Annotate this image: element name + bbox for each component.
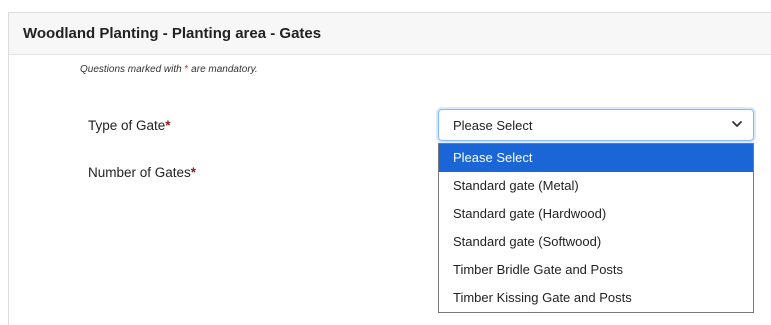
number-of-gates-label: Number of Gates* (88, 165, 196, 180)
dropdown-option[interactable]: Standard gate (Softwood) (439, 228, 753, 256)
dropdown-option[interactable]: Timber Bridle Gate and Posts (439, 256, 753, 284)
dropdown-option[interactable]: Timber Kissing Gate and Posts (439, 284, 753, 312)
type-of-gate-dropdown-list: Please Select Standard gate (Metal) Stan… (438, 143, 754, 313)
dropdown-option[interactable]: Standard gate (Metal) (439, 172, 753, 200)
dropdown-option[interactable]: Standard gate (Hardwood) (439, 200, 753, 228)
panel-title: Woodland Planting - Planting area - Gate… (9, 13, 771, 55)
mandatory-note-suffix: are mandatory. (188, 64, 258, 75)
mandatory-note-prefix: Questions marked with (80, 64, 185, 75)
type-of-gate-select[interactable]: Please Select (438, 109, 754, 141)
required-marker: * (165, 118, 171, 133)
mandatory-note: Questions marked with * are mandatory. (80, 64, 258, 75)
select-value: Please Select (453, 117, 533, 133)
dropdown-option[interactable]: Please Select (439, 144, 753, 172)
number-of-gates-label-text: Number of Gates (88, 165, 191, 180)
type-of-gate-label-text: Type of Gate (88, 118, 166, 133)
required-marker: * (190, 165, 197, 180)
type-of-gate-label: Type of Gate* (88, 118, 171, 133)
chevron-down-icon (732, 121, 742, 127)
